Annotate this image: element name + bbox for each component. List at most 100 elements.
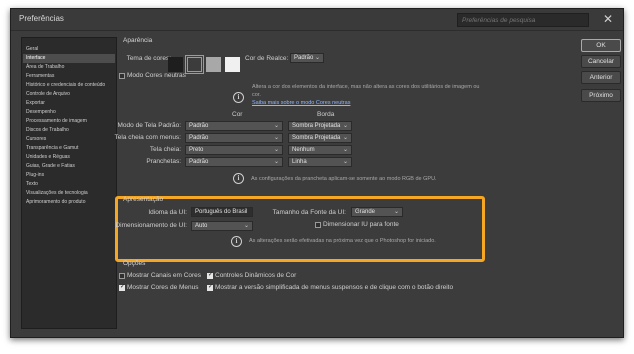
sidebar-item-plug-ins[interactable]: Plug-ins — [23, 171, 115, 180]
theme-swatch-lightest[interactable] — [225, 57, 240, 72]
full-screen-cor-value: Preto — [189, 147, 204, 153]
next-button[interactable]: Próximo — [581, 89, 621, 102]
simplified-menus-checkbox[interactable] — [207, 283, 213, 291]
full-screen-menus-borda-value: Sombra Projetada — [292, 135, 341, 141]
full-screen-menus-borda-dropdown[interactable]: Sombra Projetada ⌄ — [288, 133, 352, 143]
show-channels-in-color-checkbox[interactable] — [119, 273, 125, 279]
ui-language-value: Português do Brasil — [195, 209, 248, 215]
simplified-menus-label: Mostrar a versão simplificada de menus s… — [215, 284, 454, 291]
info-icon: i — [233, 92, 244, 103]
highlight-color-dropdown[interactable]: Padrão ⌄ — [290, 53, 324, 63]
color-theme-label: Tema de cores: — [126, 55, 171, 62]
apresentacao-heading: Apresentação — [123, 196, 164, 203]
chevron-down-icon: ⌄ — [273, 123, 279, 129]
chevron-down-icon: ⌄ — [314, 55, 320, 61]
screen-mode-borda-dropdown[interactable]: Sombra Projetada ⌄ — [288, 121, 352, 131]
artboards-row-label: Pranchetas: — [146, 158, 181, 165]
sidebar-item-ferramentas[interactable]: Ferramentas — [23, 72, 115, 81]
sidebar-item-geral[interactable]: Geral — [23, 45, 115, 54]
sidebar-item-desempenho[interactable]: Desempenho — [23, 108, 115, 117]
scale-ui-to-font-checkbox[interactable] — [315, 222, 321, 228]
preferences-sidebar: Geral Interface Área de Trabalho Ferrame… — [21, 37, 117, 329]
artboards-cor-dropdown[interactable]: Padrão ⌄ — [185, 157, 283, 167]
screen-mode-row-label: Modo de Tela Padrão: — [117, 122, 181, 129]
search-preferences-input[interactable] — [457, 13, 589, 27]
screen-mode-borda-value: Sombra Projetada — [292, 123, 341, 129]
artboards-cor-value: Padrão — [189, 159, 209, 165]
chevron-down-icon: ⌄ — [342, 147, 348, 153]
show-menu-colors-label: Mostrar Cores de Menus — [127, 284, 199, 291]
sidebar-item-exportar[interactable]: Exportar — [23, 99, 115, 108]
info-icon: i — [233, 173, 244, 184]
theme-swatch-light[interactable] — [206, 57, 221, 72]
neutral-colors-info-text: Altera a cor dos elementos da interface,… — [252, 84, 480, 98]
column-header-borda: Borda — [317, 111, 335, 118]
ui-scaling-label: Dimensionamento de UI: — [115, 222, 187, 229]
sidebar-item-area-de-trabalho[interactable]: Área de Trabalho — [23, 63, 115, 72]
preferences-dialog: Preferências ✕ Geral Interface Área de T… — [10, 8, 624, 338]
ui-font-size-value: Grande — [355, 209, 376, 215]
full-screen-menus-cor-value: Padrão — [189, 135, 209, 141]
opcoes-heading: Opções — [123, 260, 146, 267]
highlight-color-label: Cor de Realce: — [245, 55, 289, 62]
ui-font-size-label: Tamanho da Fonte da UI: — [272, 209, 346, 216]
theme-swatch-dark[interactable] — [185, 55, 204, 74]
screen-mode-cor-value: Padrão — [189, 123, 209, 129]
ok-button[interactable]: OK — [581, 39, 621, 52]
neutral-colors-label: Modo Cores neutras — [127, 72, 186, 79]
cancel-button[interactable]: Cancelar — [581, 55, 621, 68]
sidebar-item-aprimoramento-do-produto[interactable]: Aprimoramento do produto — [23, 198, 115, 207]
full-screen-menus-cor-dropdown[interactable]: Padrão ⌄ — [185, 133, 283, 143]
dialog-title: Preferências — [19, 14, 64, 23]
dynamic-color-sliders-checkbox[interactable] — [207, 271, 213, 279]
artboard-note: As configurações da prancheta aplicam-se… — [251, 176, 437, 182]
full-screen-menus-row-label: Tela cheia com menus: — [114, 134, 181, 141]
full-screen-borda-value: Nenhum — [292, 147, 315, 153]
chevron-down-icon: ⌄ — [342, 159, 348, 165]
neutral-colors-learn-more-link[interactable]: Saiba mais sobre o modo Cores neutras — [252, 100, 350, 106]
ui-language-dropdown[interactable]: Português do Brasil — [191, 207, 253, 217]
column-header-cor: Cor — [232, 111, 243, 118]
theme-swatch-darkest[interactable] — [168, 57, 183, 72]
artboards-borda-dropdown[interactable]: Linha ⌄ — [288, 157, 352, 167]
sidebar-item-texto[interactable]: Texto — [23, 180, 115, 189]
artboards-borda-value: Linha — [292, 159, 307, 165]
sidebar-item-visualizacoes-de-tecnologia[interactable]: Visualizações de tecnologia — [23, 189, 115, 198]
chevron-down-icon: ⌄ — [342, 123, 348, 129]
show-menu-colors-checkbox[interactable] — [119, 283, 125, 291]
show-channels-in-color-label: Mostrar Canais em Cores — [127, 272, 202, 279]
info-icon: i — [231, 236, 242, 247]
sidebar-item-discos-de-trabalho[interactable]: Discos de Trabalho — [23, 126, 115, 135]
chevron-down-icon: ⌄ — [243, 223, 249, 229]
restart-note: As alterações serão efetivadas na próxim… — [249, 238, 436, 244]
sidebar-item-historico[interactable]: Histórico e credenciais de conteúdo — [23, 81, 115, 90]
highlight-color-value: Padrão — [294, 55, 314, 61]
sidebar-item-processamento-de-imagem[interactable]: Processamento de imagem — [23, 117, 115, 126]
neutral-colors-checkbox[interactable] — [119, 73, 125, 79]
dynamic-color-sliders-label: Controles Dinâmicos de Cor — [215, 272, 297, 279]
sidebar-item-transparencia[interactable]: Transparência e Gamut — [23, 144, 115, 153]
aparencia-heading: Aparência — [123, 37, 153, 44]
chevron-down-icon: ⌄ — [273, 147, 279, 153]
screen-mode-cor-dropdown[interactable]: Padrão ⌄ — [185, 121, 283, 131]
chevron-down-icon: ⌄ — [393, 209, 399, 215]
chevron-down-icon: ⌄ — [342, 135, 348, 141]
close-icon[interactable]: ✕ — [603, 12, 613, 26]
full-screen-row-label: Tela cheia: — [149, 146, 181, 153]
ui-language-label: Idioma da UI: — [148, 209, 187, 216]
scale-ui-to-font-label: Dimensionar IU para fonte — [323, 221, 399, 228]
chevron-down-icon: ⌄ — [273, 159, 279, 165]
neutral-colors-info: Altera a cor dos elementos da interface,… — [252, 83, 484, 107]
previous-button[interactable]: Anterior — [581, 71, 621, 84]
sidebar-item-guias-grade-fatias[interactable]: Guias, Grade e Fatias — [23, 162, 115, 171]
ui-scaling-dropdown[interactable]: Auto ⌄ — [191, 221, 253, 231]
title-bar: Preferências ✕ — [11, 9, 623, 31]
ui-scaling-value: Auto — [195, 223, 208, 229]
sidebar-item-unidades-e-reguas[interactable]: Unidades e Réguas — [23, 153, 115, 162]
full-screen-borda-dropdown[interactable]: Nenhum ⌄ — [288, 145, 352, 155]
ui-font-size-dropdown[interactable]: Grande ⌄ — [351, 207, 403, 217]
full-screen-cor-dropdown[interactable]: Preto ⌄ — [185, 145, 283, 155]
sidebar-item-interface[interactable]: Interface — [23, 54, 115, 63]
sidebar-item-controle-de-arquivo[interactable]: Controle de Arquivo — [23, 90, 115, 99]
sidebar-item-cursores[interactable]: Cursores — [23, 135, 115, 144]
